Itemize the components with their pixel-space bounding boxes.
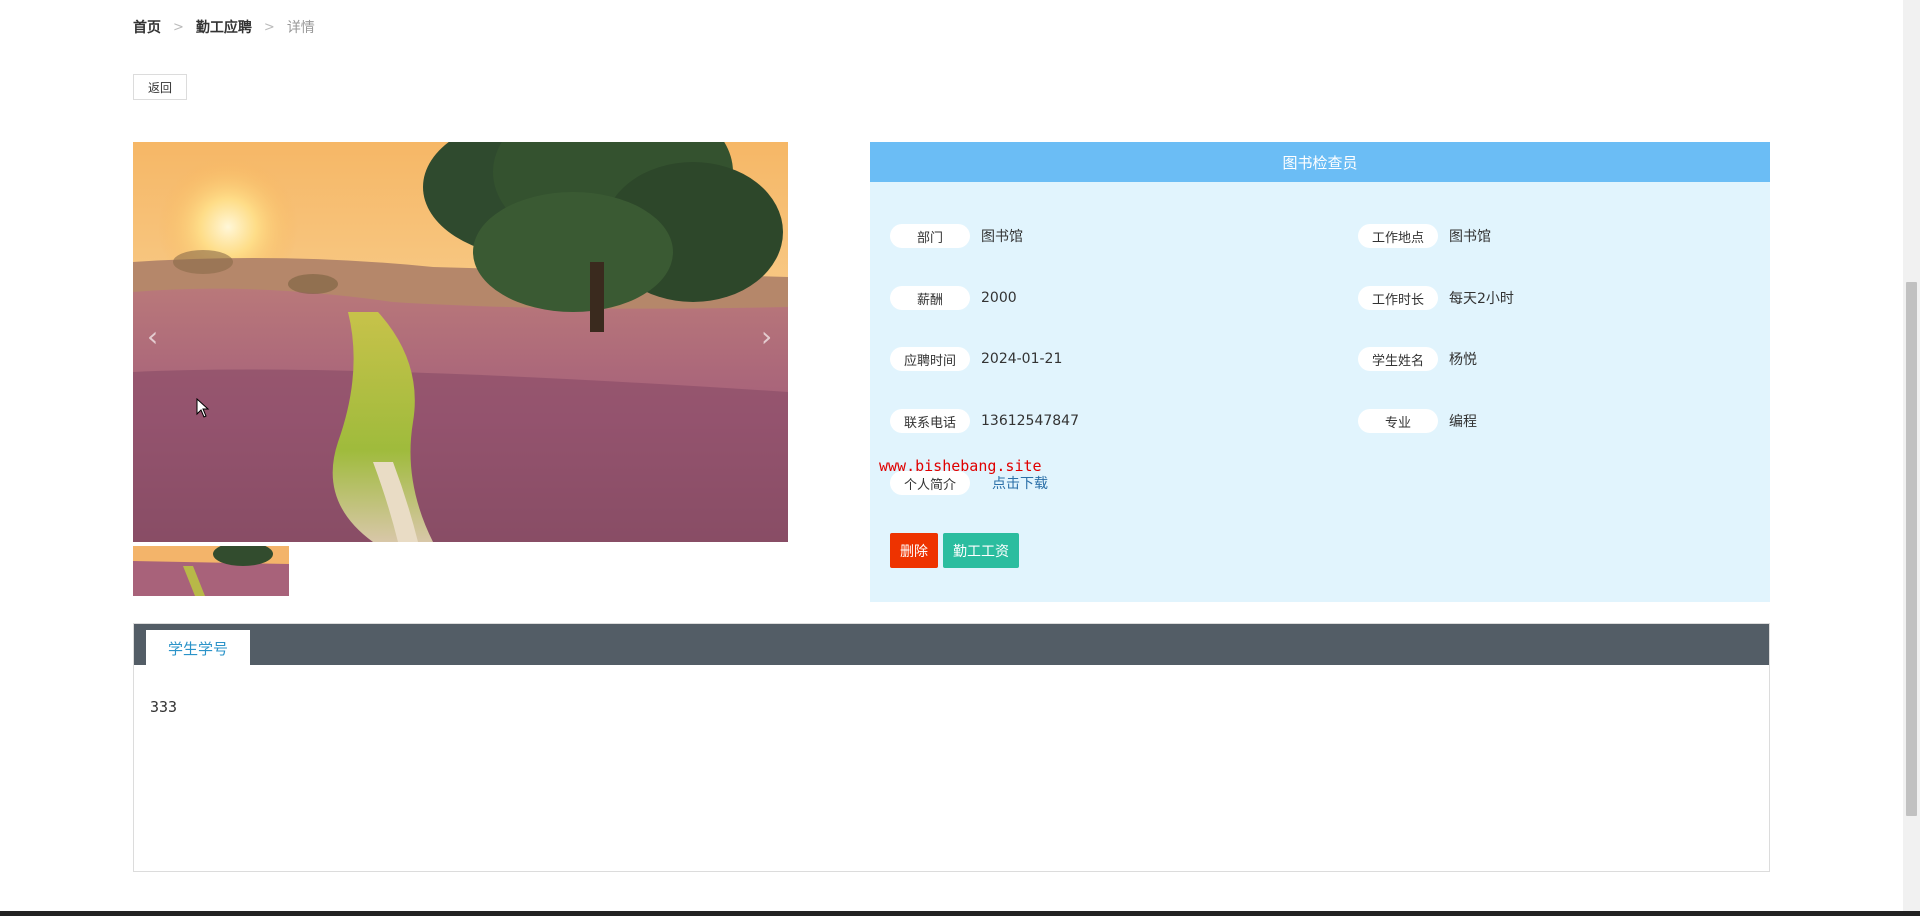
intro-download-link[interactable]: 点击下载	[992, 473, 1048, 493]
location-value: 图书馆	[1449, 229, 1491, 245]
salary-label: 薪酬	[890, 286, 970, 310]
scrollbar-thumb[interactable]	[1906, 282, 1917, 816]
tab-section: 学生学号 333	[133, 623, 1770, 872]
breadcrumb-home[interactable]: 首页	[133, 17, 161, 37]
department-label: 部门	[890, 224, 970, 248]
delete-button[interactable]: 删除	[890, 533, 938, 568]
image-thumbnail[interactable]	[133, 546, 289, 596]
breadcrumb: 首页 > 勤工应聘 > 详情	[133, 17, 315, 37]
chevron-right-icon[interactable]: ›	[761, 320, 772, 353]
salary-value: 2000	[981, 290, 1017, 306]
student-name-value: 杨悦	[1449, 352, 1477, 368]
hours-label: 工作时长	[1358, 286, 1438, 310]
phone-label: 联系电话	[890, 409, 970, 433]
department-value: 图书馆	[981, 229, 1023, 245]
tab-content: 333	[150, 698, 178, 716]
landscape-image	[133, 142, 788, 542]
bottom-edge	[0, 911, 1920, 916]
field-hours: 工作时长 每天2小时	[1358, 286, 1514, 310]
apply-time-label: 应聘时间	[890, 347, 970, 371]
field-major: 专业 编程	[1358, 409, 1477, 433]
tab-bar: 学生学号	[134, 624, 1769, 666]
wage-button[interactable]: 勤工工资	[943, 533, 1019, 568]
field-location: 工作地点 图书馆	[1358, 224, 1491, 248]
field-phone: 联系电话 13612547847	[890, 409, 1079, 433]
breadcrumb-separator: >	[263, 19, 275, 35]
field-salary: 薪酬 2000	[890, 286, 1017, 310]
breadcrumb-current: 详情	[286, 20, 315, 36]
student-name-label: 学生姓名	[1358, 347, 1438, 371]
chevron-left-icon[interactable]: ‹	[147, 320, 158, 353]
field-department: 部门 图书馆	[890, 224, 1023, 248]
location-label: 工作地点	[1358, 224, 1438, 248]
breadcrumb-section[interactable]: 勤工应聘	[196, 17, 252, 37]
apply-time-value: 2024-01-21	[981, 351, 1063, 367]
mouse-pointer-icon	[196, 398, 210, 418]
watermark: www.bishebang.site	[879, 457, 1042, 475]
field-student-name: 学生姓名 杨悦	[1358, 347, 1477, 371]
tab-student-id[interactable]: 学生学号	[146, 630, 250, 666]
field-apply-time: 应聘时间 2024-01-21	[890, 347, 1062, 371]
major-label: 专业	[1358, 409, 1438, 433]
back-button[interactable]: 返回	[133, 74, 187, 100]
hours-value: 每天2小时	[1449, 291, 1514, 307]
phone-value: 13612547847	[981, 413, 1079, 429]
major-value: 编程	[1449, 414, 1477, 430]
breadcrumb-separator: >	[173, 19, 184, 35]
job-title: 图书检查员	[870, 142, 1770, 182]
job-image-carousel[interactable]: ‹ ›	[133, 142, 788, 542]
